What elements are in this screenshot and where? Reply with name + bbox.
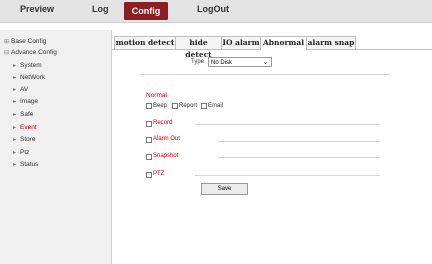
snapshot-checkbox[interactable] — [146, 154, 152, 160]
arrow-icon: ▸ — [13, 150, 17, 156]
arrow-icon: ▸ — [13, 137, 17, 143]
report-checkbox[interactable] — [172, 103, 178, 109]
sidebar-item-av[interactable]: ▸ AV — [13, 86, 28, 93]
arrow-icon: ▸ — [13, 99, 17, 105]
sidebar-item-ptz[interactable]: ▸ Ptz — [13, 149, 29, 156]
nav-log[interactable]: Log — [92, 4, 109, 14]
divider — [195, 124, 380, 125]
chevron-down-icon: ⌄ — [262, 60, 268, 66]
sidebar-item-event[interactable]: ▸ Event — [13, 124, 37, 131]
nav-logout[interactable]: LogOut — [197, 4, 229, 14]
top-nav-bar: Preview Log Config LogOut — [0, 0, 432, 23]
arrow-icon: ▸ — [13, 162, 17, 168]
email-checkbox[interactable] — [201, 103, 207, 109]
alarm-out-checkbox[interactable] — [146, 137, 152, 143]
beep-label: Beep — [153, 103, 168, 109]
ptz-checkbox[interactable] — [146, 172, 152, 178]
alarm-out-label: Alarm Out — [153, 136, 181, 142]
section-normal-title: Normal — [146, 92, 167, 99]
divider — [195, 175, 380, 176]
divider — [140, 74, 390, 75]
sidebar-item-network[interactable]: ▸ NetWork — [13, 74, 45, 81]
record-label: Record — [153, 120, 173, 126]
tab-bar: motion detect hide detect IO alarm Abnor… — [112, 36, 432, 59]
type-label: Type — [191, 59, 205, 65]
tab-alarm-snap[interactable]: alarm snap — [306, 36, 356, 49]
sidebar-item-safe[interactable]: ▸ Safe — [13, 111, 33, 118]
expand-icon: ⊟ — [4, 50, 10, 56]
arrow-icon: ▸ — [13, 87, 17, 93]
sidebar-item-store[interactable]: ▸ Store — [13, 136, 36, 143]
collapse-icon: ⊞ — [4, 39, 10, 45]
snapshot-label: Snapshot — [153, 153, 179, 159]
ptz-label: PTZ — [153, 171, 165, 177]
sidebar-item-status[interactable]: ▸ Status — [13, 161, 38, 168]
beep-checkbox[interactable] — [146, 103, 152, 109]
arrow-icon: ▸ — [13, 125, 17, 131]
record-checkbox[interactable] — [146, 121, 152, 127]
arrow-icon: ▸ — [13, 112, 17, 118]
tab-abnormal[interactable]: Abnormal — [260, 36, 307, 50]
divider — [218, 157, 380, 158]
report-label: Report — [179, 103, 198, 109]
type-select[interactable]: No Disk ⌄ — [208, 57, 272, 67]
email-label: Email — [208, 103, 224, 109]
sidebar-item-image[interactable]: ▸ Image — [13, 98, 38, 105]
arrow-icon: ▸ — [13, 75, 17, 81]
save-button[interactable]: Save — [201, 183, 248, 195]
tab-motion-detect[interactable]: motion detect — [114, 36, 176, 49]
sidebar-basic-config[interactable]: ⊞ Base Config — [4, 38, 46, 45]
sidebar: ⊞ Base Config ⊟ Advance Config ▸ System ▸ Ne… — [0, 30, 112, 264]
tab-hide-detect[interactable]: hide detect — [175, 36, 222, 59]
tab-io-alarm[interactable]: IO alarm — [221, 36, 261, 49]
divider — [218, 141, 380, 142]
arrow-icon: ▸ — [13, 63, 17, 69]
sidebar-advance-config[interactable]: ⊟ Advance Config — [4, 49, 57, 56]
nav-config[interactable]: Config — [124, 2, 168, 20]
nav-preview[interactable]: Preview — [20, 4, 54, 14]
sidebar-item-system[interactable]: ▸ System — [13, 62, 42, 69]
